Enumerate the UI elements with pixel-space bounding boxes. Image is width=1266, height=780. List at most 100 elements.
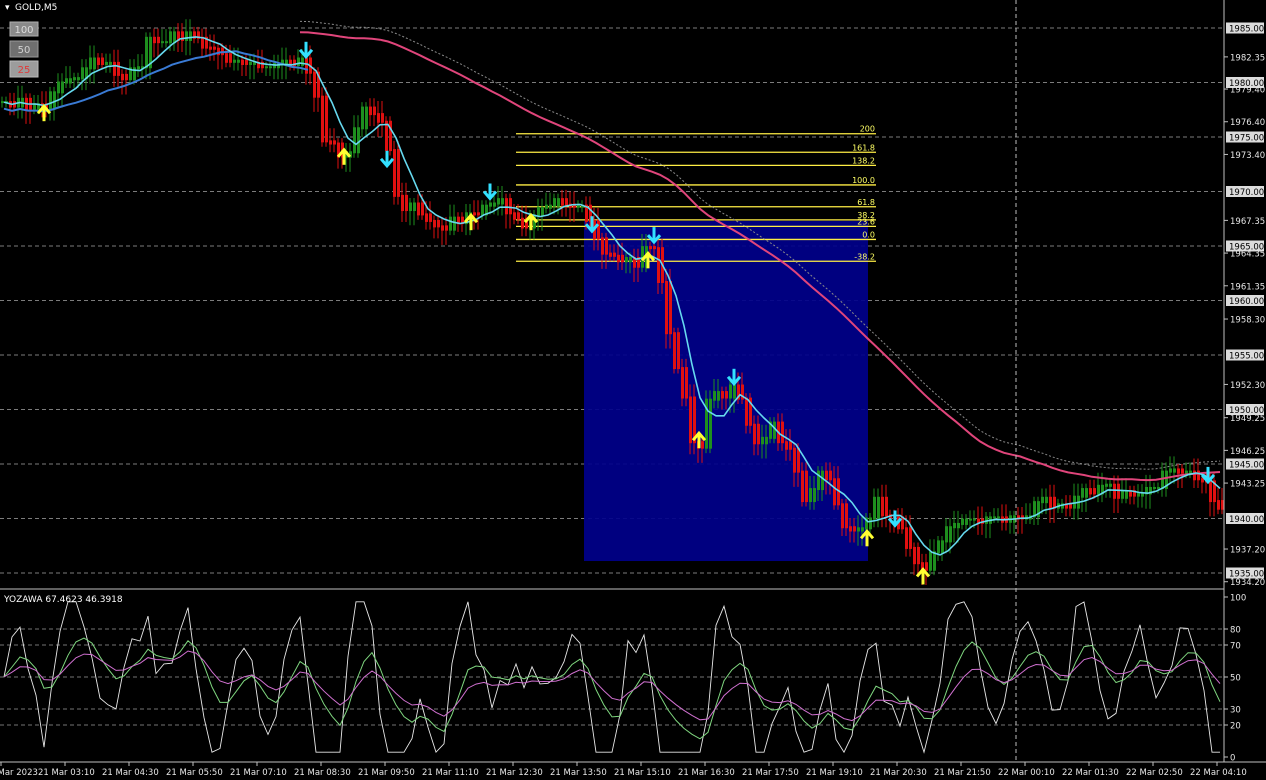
candle-body <box>477 212 480 216</box>
price-axis-label: 1976.40 <box>1230 118 1265 128</box>
zoom-button-100[interactable]: 100 <box>9 21 39 37</box>
dropdown-triangle-icon[interactable]: ▾ <box>5 3 10 13</box>
candle-body <box>449 216 452 231</box>
candle-body <box>365 106 368 130</box>
candle-body <box>965 518 968 525</box>
candle-body <box>1109 483 1112 487</box>
candle-body <box>325 95 328 143</box>
candle-body <box>709 398 712 449</box>
time-axis-label: 22 Mar 04:10 <box>1190 768 1247 778</box>
price-axis-label: 1934.20 <box>1230 578 1265 588</box>
candle-body <box>1153 486 1156 489</box>
time-axis-label: 21 Mar 07:10 <box>230 768 287 778</box>
candle-body <box>241 59 244 65</box>
osc-axis-label: 0 <box>1230 754 1235 764</box>
candle-body <box>677 332 680 370</box>
candle-body <box>925 562 928 571</box>
fib-level-label: 138.2 <box>852 156 875 165</box>
candle-body <box>605 237 608 255</box>
candle-body <box>473 212 476 216</box>
candle-body <box>1089 488 1092 495</box>
candle-body <box>881 496 884 517</box>
zoom-button-50[interactable]: 50 <box>9 40 39 58</box>
candle-body <box>621 254 624 263</box>
price-axis-label: 1958.30 <box>1230 316 1265 326</box>
candle-body <box>297 57 300 67</box>
candle-body <box>929 551 932 571</box>
candle-body <box>713 391 716 401</box>
candle-body <box>717 391 720 401</box>
candle-body <box>617 254 620 263</box>
fib-level-label: -38.2 <box>854 252 875 261</box>
candle-body <box>441 225 444 231</box>
candle-body <box>509 198 512 215</box>
time-axis-label: 22 Mar 00:10 <box>998 768 1055 778</box>
candle-body <box>909 527 912 549</box>
candle-body <box>969 518 972 521</box>
candle-body <box>1045 496 1048 504</box>
candle-body <box>877 496 880 520</box>
time-axis-label: 21 Mar 13:50 <box>550 768 607 778</box>
candle-body <box>433 219 436 228</box>
time-axis-label: 21 Mar 16:30 <box>678 768 735 778</box>
candle-body <box>1097 484 1100 495</box>
candle-body <box>57 81 60 94</box>
candle-body <box>269 66 272 69</box>
candle-body <box>361 106 364 130</box>
candle-body <box>801 470 804 503</box>
time-axis-label: 21 Mar 20:30 <box>870 768 927 778</box>
candle-body <box>437 219 440 228</box>
price-axis-label: 1967.35 <box>1230 217 1265 227</box>
price-axis-label: 1945.00 <box>1229 461 1264 471</box>
candle-body <box>733 384 736 399</box>
candle-body <box>1081 488 1084 498</box>
candle-body <box>249 61 252 65</box>
time-axis-label: 22 Mar 02:50 <box>1126 768 1183 778</box>
candle-body <box>373 106 376 116</box>
candle-body <box>765 436 768 445</box>
indicator-title: YOZAWA 67.4623 46.3918 <box>3 595 123 605</box>
candle-body <box>937 540 940 554</box>
osc-axis-label: 50 <box>1230 674 1241 684</box>
candle-body <box>785 441 788 450</box>
candle-body <box>813 488 816 503</box>
time-axis-label: 21 Mar 19:10 <box>806 768 863 778</box>
candle-body <box>497 198 500 205</box>
candle-body <box>393 149 396 197</box>
candle-body <box>793 447 796 473</box>
candle-body <box>89 57 92 70</box>
candle-body <box>993 516 996 519</box>
candle-body <box>861 527 864 532</box>
candle-body <box>609 252 612 257</box>
candle-body <box>381 113 384 123</box>
fib-level-label: 23.6 <box>857 217 875 226</box>
time-axis-label: 21 Mar 05:50 <box>166 768 223 778</box>
trading-chart[interactable]: 200161.8138.2100.061.838.223.60.0-38.2 1… <box>0 0 1266 780</box>
candle-body <box>1181 468 1184 474</box>
candle-body <box>629 256 632 263</box>
candle-body <box>961 518 964 525</box>
candle-body <box>397 149 400 197</box>
time-axis-label: 21 Mar 21:50 <box>934 768 991 778</box>
candle-body <box>101 57 104 65</box>
time-axis-label: 21 Mar 15:10 <box>614 768 671 778</box>
candle-body <box>161 41 164 44</box>
price-axis-label: 1985.00 <box>1229 25 1264 35</box>
time-axis-label: 22 Mar 01:30 <box>1062 768 1119 778</box>
candle-body <box>953 522 956 529</box>
price-axis-label: 1964.35 <box>1230 250 1265 260</box>
candle-body <box>65 78 68 84</box>
zoom-button-25[interactable]: 25 <box>9 60 39 78</box>
candle-body <box>417 202 420 216</box>
candle-body <box>729 384 732 399</box>
candle-body <box>669 280 672 335</box>
candle-body <box>545 204 548 209</box>
candle-body <box>853 526 856 532</box>
candle-body <box>425 213 428 222</box>
candle-body <box>565 198 568 206</box>
candle-body <box>945 526 948 543</box>
candle-body <box>121 73 124 81</box>
candle-body <box>649 246 652 250</box>
candle-body <box>805 470 808 503</box>
candle-body <box>213 46 216 50</box>
